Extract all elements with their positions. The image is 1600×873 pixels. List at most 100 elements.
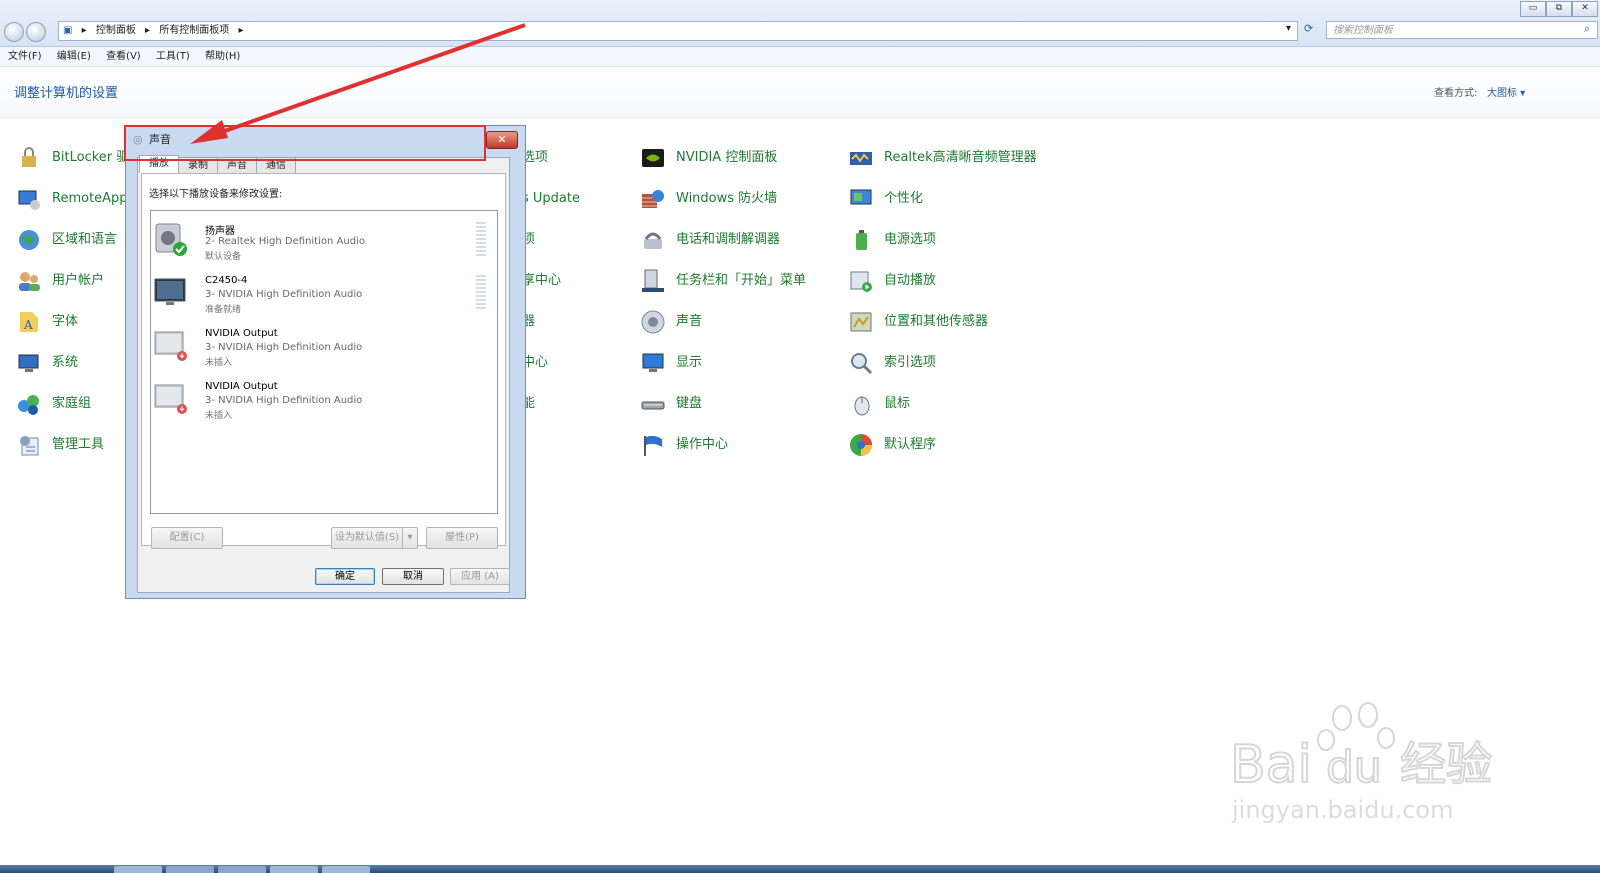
monitor-device-icon	[154, 278, 186, 305]
cp-item-label: 操作中心	[676, 437, 729, 452]
realtek-icon	[850, 152, 872, 165]
forward-button[interactable]	[26, 22, 46, 42]
cp-item-label: NVIDIA 控制面板	[676, 150, 778, 165]
mouse-icon	[854, 396, 870, 416]
keyboard-icon	[641, 401, 665, 410]
default-programs-icon	[850, 434, 872, 456]
device-name: 扬声器	[205, 226, 235, 237]
cp-item-label: 显示	[676, 355, 703, 370]
view-by-label: 查看方式:	[1434, 88, 1478, 99]
globe-icon	[19, 230, 39, 250]
personalization-icon	[850, 189, 872, 205]
breadcrumb-separator-icon: ▸	[81, 25, 87, 36]
autoplay-icon	[850, 271, 872, 292]
device-name: NVIDIA Output	[205, 381, 278, 392]
device-status: 默认设备	[205, 252, 242, 262]
cp-item-label: RemoteApp	[52, 191, 128, 206]
cp-item-label: 自动播放	[884, 273, 937, 288]
speaker-device-icon	[155, 223, 187, 256]
cp-item-label: 电源选项	[884, 232, 937, 247]
speaker-icon	[641, 310, 665, 334]
cp-item-label: 用户帐户	[52, 273, 105, 288]
cp-item-label: Realtek高清晰音频管理器	[884, 150, 1037, 165]
refresh-icon[interactable]: ⟳	[1304, 22, 1313, 35]
cp-item-label: 键盘	[676, 396, 703, 411]
homegroup-icon	[18, 395, 39, 415]
minimize-button[interactable]: ▭	[1520, 1, 1546, 17]
set-default-dropdown-icon[interactable]: ▾	[402, 527, 418, 549]
search-icon[interactable]: ⌕	[1584, 22, 1590, 36]
device-name: NVIDIA Output	[205, 328, 278, 339]
set-default-button[interactable]: 设为默认值(S)	[331, 527, 402, 549]
monitor-unplugged-icon	[154, 331, 187, 361]
ok-button[interactable]: 确定	[315, 568, 375, 585]
monitor-unplugged-icon	[154, 384, 187, 414]
taskbar-button[interactable]	[270, 866, 318, 873]
device-description: 2- Realtek High Definition Audio	[205, 236, 365, 247]
device-row[interactable]: 扬声器 2- Realtek High Definition Audio 默认设…	[154, 216, 486, 268]
power-icon	[856, 230, 867, 250]
taskbar-button[interactable]	[322, 866, 370, 873]
device-status: 准备就绪	[205, 305, 242, 315]
cp-item-label: 家庭组	[52, 396, 92, 411]
annotation-arrow	[190, 23, 526, 144]
cp-item-label: 字体	[52, 314, 79, 329]
watermark-cn: 经验	[1400, 737, 1492, 791]
remoteapp-icon	[18, 190, 40, 210]
cp-item-label: Windows 防火墙	[676, 191, 778, 206]
cp-item-label: 任务栏和「开始」菜单	[676, 273, 807, 288]
firewall-icon	[642, 190, 664, 208]
sensor-icon	[850, 312, 872, 332]
computer-icon: ▣	[63, 25, 73, 36]
menu-file[interactable]: 文件(F)	[8, 51, 42, 62]
volume-meter	[476, 275, 486, 309]
device-row[interactable]: NVIDIA Output 3- NVIDIA High Definition …	[154, 322, 484, 374]
cp-item-label: 电话和调制解调器	[676, 232, 781, 247]
taskbar-button[interactable]	[114, 866, 162, 873]
magnifier-icon	[851, 353, 873, 375]
cancel-button[interactable]: 取消	[382, 568, 444, 585]
configure-button[interactable]: 配置(C)	[151, 527, 223, 549]
search-input[interactable]: 搜索控制面板	[1326, 21, 1598, 39]
cp-item-label: BitLocker 驱	[52, 150, 130, 165]
address-dropdown-icon[interactable]: ▾	[1286, 23, 1291, 34]
admin-tools-icon	[20, 436, 39, 456]
cp-item-label: 索引选项	[884, 355, 937, 370]
users-icon	[19, 272, 40, 291]
device-status: 未插入	[205, 411, 233, 421]
menu-edit[interactable]: 编辑(E)	[57, 51, 91, 62]
breadcrumb-control-panel[interactable]: 控制面板	[96, 25, 136, 36]
properties-button[interactable]: 屋性(P)	[426, 527, 498, 549]
breadcrumb-separator-icon: ▸	[145, 25, 151, 36]
watermark-brand: Bai	[1230, 735, 1312, 795]
cp-item-label: 享中心	[522, 273, 562, 288]
apply-button[interactable]: 应用 (A)	[450, 568, 510, 585]
taskbar-button[interactable]	[218, 866, 266, 873]
view-by-dropdown[interactable]: 大图标 ▾	[1487, 84, 1525, 99]
svg-text:A: A	[23, 318, 33, 332]
bitlocker-icon	[22, 147, 36, 167]
back-button[interactable]	[4, 22, 24, 42]
flag-icon	[644, 435, 662, 456]
taskbar-icon	[642, 269, 664, 292]
restore-button[interactable]: ⧉	[1546, 1, 1572, 17]
menu-view[interactable]: 查看(V)	[106, 51, 141, 62]
close-window-button[interactable]: ✕	[1572, 1, 1598, 17]
cp-item-label: 位置和其他传感器	[884, 314, 989, 329]
device-row[interactable]: C2450-4 3- NVIDIA High Definition Audio …	[154, 269, 486, 321]
nvidia-icon	[642, 149, 664, 167]
device-name: C2450-4	[205, 275, 248, 286]
display-icon	[642, 353, 664, 372]
watermark-url: jingyan.baidu.com	[1231, 796, 1453, 824]
cp-item-label: 声音	[676, 314, 703, 329]
cp-item-label: 鼠标	[884, 396, 911, 411]
device-prompt: 选择以下播放设备来修改设置:	[149, 189, 283, 200]
watermark-brand2: du	[1326, 742, 1382, 793]
device-row[interactable]: NVIDIA Output 3- NVIDIA High Definition …	[154, 375, 484, 427]
phone-icon	[644, 232, 662, 249]
taskbar-button[interactable]	[166, 866, 214, 873]
baidu-watermark-logo: Bai du 经验 jingyan.baidu.com	[1230, 702, 1493, 824]
fonts-icon: A	[20, 312, 38, 332]
volume-meter	[476, 222, 486, 256]
device-status: 未插入	[205, 358, 233, 368]
